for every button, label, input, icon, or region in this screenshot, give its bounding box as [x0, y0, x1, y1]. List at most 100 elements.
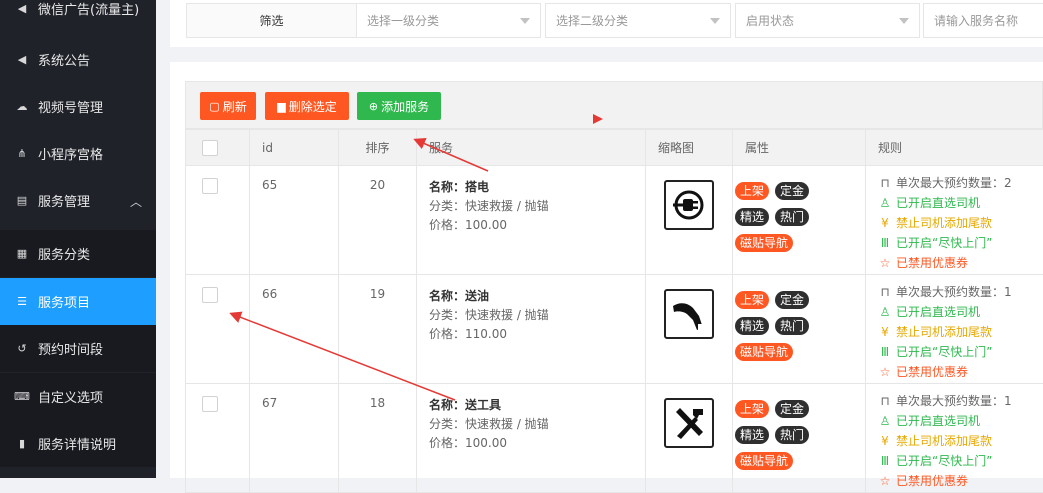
service-price: 价格：110.00: [429, 325, 645, 344]
tag-tile-nav: 磁贴导航: [735, 343, 793, 361]
search-input[interactable]: 请输入服务名称: [923, 3, 1043, 38]
row-checkbox[interactable]: [202, 178, 218, 194]
tag-hot: 热门: [775, 317, 809, 335]
category2-select[interactable]: 选择二级分类: [545, 3, 731, 38]
tag-tile-nav: 磁贴导航: [735, 452, 793, 470]
sidebar-item-video-account[interactable]: ☁视频号管理: [0, 83, 156, 130]
row-select-cell: [186, 275, 250, 384]
plus-circle-icon: ⊕: [369, 100, 378, 113]
delete-selected-button[interactable]: ▆删除选定: [265, 92, 349, 120]
star-icon: ☆: [878, 362, 892, 382]
rule-max-booking: 单次最大预约数量：1: [896, 394, 1012, 408]
table-header-row: id 排序 服务 缩略图 属性 规则: [186, 130, 1043, 166]
header-thumb: 缩略图: [646, 130, 733, 166]
tag-deposit: 定金: [775, 400, 809, 418]
tag-on-shelf: 上架: [735, 182, 769, 200]
header-service[interactable]: 服务: [417, 130, 646, 166]
rule-no-tail-payment: 禁止司机添加尾款: [896, 325, 992, 339]
speaker-icon: ◀: [14, 2, 30, 15]
sidebar-item-service-category[interactable]: ▦ 服务分类: [0, 230, 156, 277]
rule-no-tail-payment: 禁止司机添加尾款: [896, 434, 992, 448]
status-select[interactable]: 启用状态: [735, 3, 920, 38]
service-category: 分类：快速救援 / 抛锚: [429, 415, 645, 434]
select-all-checkbox[interactable]: [202, 140, 218, 156]
cloud-upload-icon: ☁: [14, 100, 30, 113]
sidebar-item-system-notice[interactable]: ◀系统公告: [0, 36, 156, 83]
row-service: 名称：送油 分类：快速救援 / 抛锚 价格：110.00: [417, 275, 646, 384]
rule-asap: 已开启“尽快上门”: [896, 345, 992, 359]
row-service: 名称：送工具 分类：快速救援 / 抛锚 价格：100.00: [417, 384, 646, 493]
grid-icon: ▦: [14, 247, 30, 260]
sidebar-item-label: 微信广告(流量主): [38, 0, 139, 18]
chevron-down-icon: [899, 18, 909, 24]
sidebar-item-service-items[interactable]: ☰服务项目: [0, 278, 156, 325]
row-sort: 20: [339, 166, 417, 275]
rule-max-booking: 单次最大预约数量：1: [896, 285, 1012, 299]
sidebar: ◀ 微信广告(流量主) ◀系统公告 ☁视频号管理 ⋔ 小程序宫格 ▤ 服务管理 ︿ ▦ 服…: [0, 0, 156, 478]
rule-direct-driver: 已开启直选司机: [896, 414, 980, 428]
sidebar-item-custom-options[interactable]: ⌨自定义选项: [0, 373, 156, 420]
sidebar-item-booking-timeslots[interactable]: ↺预约时间段: [0, 325, 156, 372]
star-icon: ☆: [878, 253, 892, 273]
add-service-button[interactable]: ⊕添加服务: [357, 92, 441, 120]
sidebar-item-label: 服务管理: [38, 191, 90, 210]
row-attributes: 上架定金 精选热门 磁贴导航: [733, 384, 866, 493]
row-service: 名称：搭电 分类：快速救援 / 抛锚 价格：100.00: [417, 166, 646, 275]
yen-icon: ¥: [878, 322, 892, 342]
category2-placeholder: 选择二级分类: [556, 12, 628, 29]
row-sort: 19: [339, 275, 417, 384]
service-name: 送油: [465, 289, 489, 303]
booking-limit-icon: ⊓: [878, 282, 892, 302]
chevron-down-icon: [520, 18, 530, 24]
table-row: 65 20 名称：搭电 分类：快速救援 / 抛锚 价格：100.00 上架定金 …: [186, 166, 1043, 275]
trash-icon: ▆: [277, 100, 285, 113]
rule-coupon-disabled: 已禁用优惠券: [896, 474, 968, 488]
header-sort[interactable]: 排序: [339, 130, 417, 166]
plug-icon: [664, 180, 714, 230]
sidebar-item-service-details[interactable]: ▮ 服务详情说明: [0, 420, 156, 467]
row-checkbox[interactable]: [202, 396, 218, 412]
chevron-up-icon: ︿: [130, 193, 142, 210]
speaker-icon: ◀: [14, 53, 30, 66]
table-row: 67 18 名称：送工具 分类：快速救援 / 抛锚 价格：100.00 上架定金…: [186, 384, 1043, 493]
sidebar-item-wechat-ads[interactable]: ◀ 微信广告(流量主): [0, 0, 156, 32]
row-checkbox[interactable]: [202, 287, 218, 303]
tag-featured: 精选: [735, 208, 769, 226]
filter-bar: 筛选 选择一级分类 选择二级分类 启用状态 请输入服务名称: [170, 0, 1043, 47]
sidebar-item-label: 小程序宫格: [38, 144, 103, 163]
sidebar-item-miniprogram-grid[interactable]: ⋔ 小程序宫格: [0, 130, 156, 177]
row-id: 66: [250, 275, 339, 384]
header-id[interactable]: id: [250, 130, 339, 166]
yen-icon: ¥: [878, 213, 892, 233]
service-price: 价格：100.00: [429, 216, 645, 235]
sitemap-icon: ⋔: [14, 147, 30, 160]
tag-deposit: 定金: [775, 182, 809, 200]
sidebar-item-label: 服务项目: [38, 292, 90, 311]
rule-no-tail-payment: 禁止司机添加尾款: [896, 216, 992, 230]
category1-select[interactable]: 选择一级分类: [356, 3, 541, 38]
filter-label: 筛选: [186, 3, 357, 38]
sidebar-item-label: 预约时间段: [38, 339, 103, 358]
tag-hot: 热门: [775, 208, 809, 226]
barcode-icon: Ⅲ: [878, 233, 892, 253]
file-icon: ▮: [14, 437, 30, 450]
row-id: 65: [250, 166, 339, 275]
user-icon: ♙: [878, 302, 892, 322]
tag-featured: 精选: [735, 426, 769, 444]
service-table: id 排序 服务 缩略图 属性 规则 65 20 名称：搭电 分类：快速救援 /…: [185, 129, 1043, 493]
yen-icon: ¥: [878, 431, 892, 451]
sidebar-item-label: 服务详情说明: [38, 434, 116, 453]
rule-coupon-disabled: 已禁用优惠券: [896, 365, 968, 379]
row-rules: ⊓单次最大预约数量：2 ♙已开启直选司机 ¥禁止司机添加尾款 Ⅲ已开启“尽快上门…: [866, 166, 1043, 275]
refresh-button[interactable]: ▢刷新: [200, 92, 256, 120]
barcode-icon: Ⅲ: [878, 342, 892, 362]
row-thumb: [646, 384, 733, 493]
table-row: 66 19 名称：送油 分类：快速救援 / 抛锚 价格：110.00 上架定金 …: [186, 275, 1043, 384]
sidebar-item-label: 服务分类: [38, 244, 90, 263]
row-rules: ⊓单次最大预约数量：1 ♙已开启直选司机 ¥禁止司机添加尾款 Ⅲ已开启“尽快上门…: [866, 275, 1043, 384]
list-icon: ▤: [14, 194, 30, 207]
star-icon: ☆: [878, 471, 892, 491]
tag-featured: 精选: [735, 317, 769, 335]
rule-coupon-disabled: 已禁用优惠券: [896, 256, 968, 270]
sidebar-item-service-management[interactable]: ▤ 服务管理 ︿: [0, 177, 156, 224]
